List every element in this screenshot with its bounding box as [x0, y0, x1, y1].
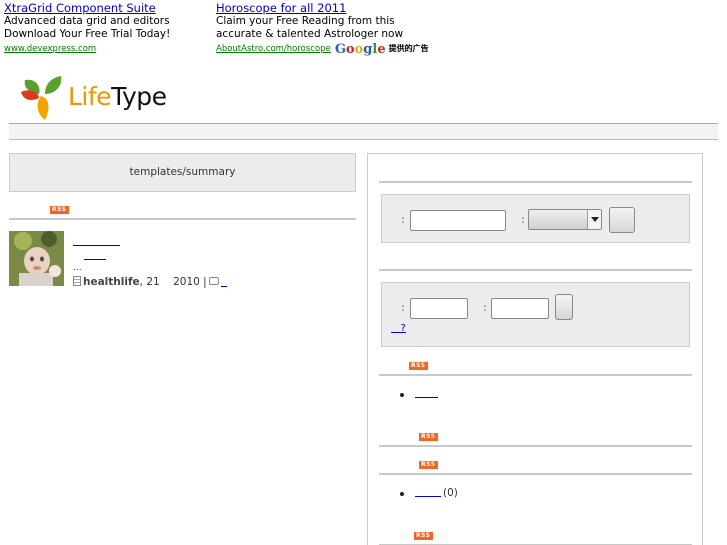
post-author[interactable]: healthlife [83, 276, 140, 288]
rss-feed-badge[interactable]: RSS [409, 362, 428, 370]
search-button[interactable] [609, 207, 635, 233]
recent-post-link[interactable] [415, 388, 438, 398]
forgot-password-text[interactable]: ? [401, 323, 406, 334]
sidebar-divider [379, 445, 692, 447]
lifetype-leaf-icon [21, 76, 62, 120]
search-form: : : [381, 194, 690, 243]
avatar-photo-icon [9, 231, 64, 286]
rss-feed-badge[interactable]: RSS [414, 532, 433, 540]
template-summary-text: templates/summary [129, 166, 236, 178]
sidebar: : : : : ? RSS RSS RSS (0) RSS [367, 153, 703, 545]
logo-life-text: Life [68, 82, 112, 111]
menu-bar [9, 123, 718, 140]
list-bullet [400, 492, 404, 496]
password-label: : [483, 301, 487, 314]
category-count: (0) [443, 487, 458, 499]
ad-url-link[interactable]: AboutAstro.com/horoscope [216, 43, 331, 56]
post-year: 2010 | [173, 276, 207, 288]
password-input[interactable] [491, 298, 549, 319]
ad-text-line: Claim your Free Reading from this [216, 15, 395, 27]
sidebar-divider [379, 269, 692, 271]
ad-text-line: Download Your Free Trial Today! [4, 28, 171, 40]
post-excerpt: ... [73, 263, 82, 273]
post-item: ... healthlife, 21 2010 | [9, 231, 356, 291]
post-meta: healthlife, 21 2010 | [73, 276, 227, 288]
post-title-link[interactable] [73, 234, 120, 246]
search-input[interactable] [410, 210, 506, 231]
username-input[interactable] [410, 298, 468, 319]
ad-title-link[interactable]: XtraGrid Component Suite [4, 2, 170, 15]
comment-icon [208, 277, 219, 285]
post-date: , 21 [139, 276, 160, 288]
template-summary-box: templates/summary [9, 153, 356, 192]
lifetype-logo[interactable]: LifeType [19, 74, 189, 122]
sidebar-divider [379, 374, 692, 376]
search-field-label: : [401, 213, 405, 226]
sidebar-divider [379, 473, 692, 475]
rss-feed-badge[interactable]: RSS [50, 206, 69, 214]
search-type-select[interactable] [528, 209, 602, 230]
logo-type-text: Type [111, 82, 167, 111]
login-button[interactable] [555, 294, 573, 320]
ad-text-line: Advanced data grid and editors [4, 15, 170, 27]
search-type-label: : [521, 213, 525, 226]
comments-link[interactable] [220, 277, 227, 287]
chevron-down-icon[interactable] [587, 210, 601, 229]
login-form: : : ? [381, 282, 690, 347]
logo-wordmark: LifeType [68, 82, 167, 111]
ad-unit[interactable]: XtraGrid Component Suite Advanced data g… [4, 2, 170, 56]
sidebar-divider [379, 181, 692, 183]
google-ads-bar: XtraGrid Component Suite Advanced data g… [4, 2, 724, 57]
list-bullet [400, 393, 404, 397]
ad-unit[interactable]: Horoscope for all 2011 Claim your Free R… [216, 2, 429, 57]
rss-feed-badge[interactable]: RSS [419, 461, 438, 469]
ad-title-link[interactable]: Horoscope for all 2011 [216, 2, 429, 15]
section-divider [9, 218, 356, 220]
document-icon [73, 276, 81, 286]
user-avatar[interactable] [9, 231, 64, 286]
ads-by-label[interactable]: 提供的广告 [389, 42, 429, 55]
main-content: templates/summary RSS ... healthlife, 21… [9, 153, 356, 288]
rss-feed-badge[interactable]: RSS [419, 433, 438, 441]
post-category-link[interactable] [84, 248, 106, 260]
ads-by-google-link[interactable]: Google [335, 43, 386, 56]
ad-url-link[interactable]: www.devexpress.com [4, 43, 96, 56]
username-label: : [401, 301, 405, 314]
ad-text-line: accurate & talented Astrologer now [216, 28, 404, 40]
forgot-password-link[interactable]: ? [391, 323, 406, 334]
category-link[interactable] [415, 487, 441, 497]
